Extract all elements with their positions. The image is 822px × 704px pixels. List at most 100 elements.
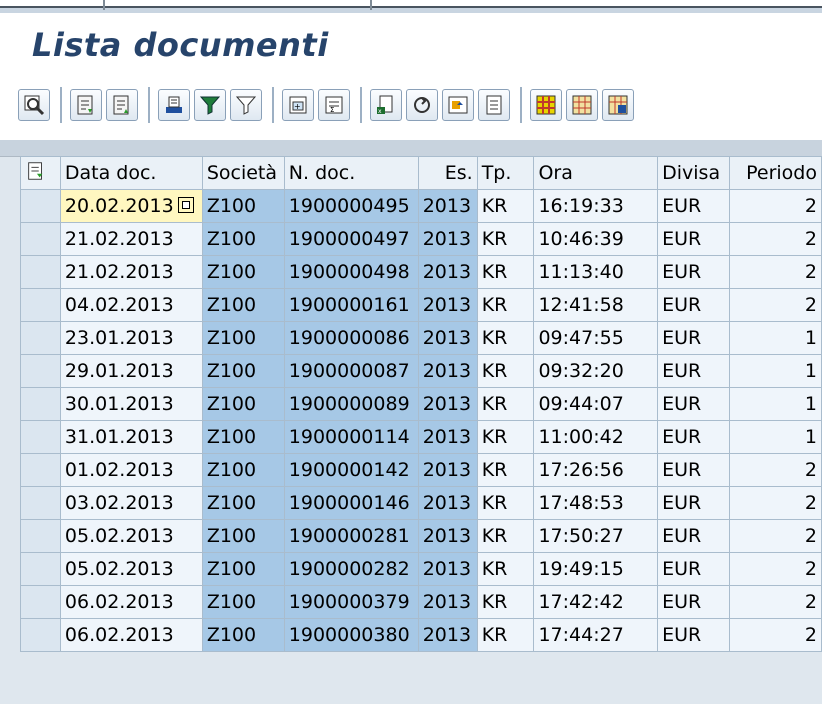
cell-time[interactable]: 16:19:33 [533,189,659,223]
cell-type[interactable]: KR [476,321,535,355]
cell-company[interactable]: Z100 [201,552,285,586]
cell-period[interactable]: 1 [729,321,822,355]
cell-doc-number[interactable]: 1900000379 [283,585,419,619]
cell-date[interactable]: 05.02.2013 [59,552,203,586]
cell-type[interactable]: KR [476,387,535,421]
cell-doc-number[interactable]: 1900000089 [283,387,419,421]
column-header-date[interactable]: Data doc. [59,156,203,190]
cell-type[interactable]: KR [476,354,535,388]
cell-company[interactable]: Z100 [201,354,285,388]
cell-doc-number[interactable]: 1900000495 [283,189,419,223]
cell-date[interactable]: 06.02.2013 [59,585,203,619]
cell-date[interactable]: 21.02.2013 [59,222,203,256]
cell-time[interactable]: 17:26:56 [533,453,659,487]
details-icon[interactable] [18,89,50,121]
cell-date[interactable]: 05.02.2013 [59,519,203,553]
row-selector[interactable] [20,222,61,256]
row-selector[interactable] [20,321,61,355]
layout-save-icon[interactable] [566,89,598,121]
column-header-type[interactable]: Tp. [476,156,535,190]
cell-date[interactable]: 23.01.2013 [59,321,203,355]
cell-type[interactable]: KR [476,255,535,289]
find-icon[interactable] [158,89,190,121]
row-selector[interactable] [20,486,61,520]
cell-time[interactable]: 17:44:27 [533,618,659,652]
table-row[interactable]: 03.02.2013 Z100 1900000146 2013 KR 17:48:53 EU… [20,486,822,520]
cell-type[interactable]: KR [476,453,535,487]
cell-period[interactable]: 2 [729,222,822,256]
table-row[interactable]: 04.02.2013 Z100 1900000161 2013 KR 12:41:58 EU… [20,288,822,322]
table-row[interactable]: 29.01.2013 Z100 1900000087 2013 KR 09:32:20 EU… [20,354,822,388]
table-row[interactable]: 23.01.2013 Z100 1900000086 2013 KR 09:47:55 EU… [20,321,822,355]
cell-date[interactable]: 20.02.2013 [59,189,203,223]
cell-doc-number[interactable]: 1900000146 [283,486,419,520]
cell-type[interactable]: KR [476,519,535,553]
cell-company[interactable]: Z100 [201,453,285,487]
cell-currency[interactable]: EUR [657,519,731,553]
cell-time[interactable]: 17:42:42 [533,585,659,619]
cell-time[interactable]: 17:50:27 [533,519,659,553]
column-header-doc-number[interactable]: N. doc. [283,156,419,190]
cell-currency[interactable]: EUR [657,387,731,421]
cell-time[interactable]: 19:49:15 [533,552,659,586]
cell-period[interactable]: 2 [729,288,822,322]
cell-year[interactable]: 2013 [417,321,478,355]
row-selector[interactable] [20,453,61,487]
cell-date[interactable]: 31.01.2013 [59,420,203,454]
cell-company[interactable]: Z100 [201,420,285,454]
value-help-icon[interactable] [177,196,194,213]
cell-date[interactable]: 30.01.2013 [59,387,203,421]
cell-time[interactable]: 11:13:40 [533,255,659,289]
table-row[interactable]: 06.02.2013 Z100 1900000379 2013 KR 17:42:42 EU… [20,585,822,619]
subtotal-icon[interactable]: + [282,89,314,121]
cell-doc-number[interactable]: 1900000087 [283,354,419,388]
cell-time[interactable]: 10:46:39 [533,222,659,256]
cell-time[interactable]: 17:48:53 [533,486,659,520]
view-icon[interactable] [442,89,474,121]
layout-manage-icon[interactable] [602,89,634,121]
cell-currency[interactable]: EUR [657,288,731,322]
cell-year[interactable]: 2013 [417,222,478,256]
row-selector[interactable] [20,552,61,586]
cell-doc-number[interactable]: 1900000142 [283,453,419,487]
table-row[interactable]: 21.02.2013 Z100 1900000497 2013 KR 10:46:39 EU… [20,222,822,256]
row-selector[interactable] [20,618,61,652]
cell-time[interactable]: 09:47:55 [533,321,659,355]
cell-period[interactable]: 2 [729,189,822,223]
cell-type[interactable]: KR [476,552,535,586]
cell-date[interactable]: 04.02.2013 [59,288,203,322]
column-header-year[interactable]: Es. [417,156,478,190]
cell-date[interactable]: 01.02.2013 [59,453,203,487]
cell-currency[interactable]: EUR [657,321,731,355]
table-row[interactable]: 05.02.2013 Z100 1900000282 2013 KR 19:49:15 EU… [20,552,822,586]
cell-year[interactable]: 2013 [417,189,478,223]
cell-company[interactable]: Z100 [201,288,285,322]
table-row[interactable]: 21.02.2013 Z100 1900000498 2013 KR 11:13:40 EU… [20,255,822,289]
row-selector[interactable] [20,387,61,421]
cell-type[interactable]: KR [476,222,535,256]
cell-currency[interactable]: EUR [657,453,731,487]
layout-select-icon[interactable] [530,89,562,121]
cell-period[interactable]: 2 [729,453,822,487]
table-row[interactable]: 05.02.2013 Z100 1900000281 2013 KR 17:50:27 EU… [20,519,822,553]
cell-currency[interactable]: EUR [657,552,731,586]
cell-year[interactable]: 2013 [417,420,478,454]
row-selector[interactable] [20,420,61,454]
column-header-currency[interactable]: Divisa [657,156,731,190]
total-icon[interactable]: Σ [318,89,350,121]
cell-time[interactable]: 09:32:20 [533,354,659,388]
cell-doc-number[interactable]: 1900000086 [283,321,419,355]
cell-period[interactable]: 2 [729,618,822,652]
cell-doc-number[interactable]: 1900000114 [283,420,419,454]
cell-company[interactable]: Z100 [201,321,285,355]
cell-period[interactable]: 2 [729,519,822,553]
cell-company[interactable]: Z100 [201,486,285,520]
filter-off-icon[interactable] [230,89,262,121]
cell-year[interactable]: 2013 [417,618,478,652]
cell-currency[interactable]: EUR [657,189,731,223]
cell-company[interactable]: Z100 [201,222,285,256]
cell-time[interactable]: 11:00:42 [533,420,659,454]
cell-year[interactable]: 2013 [417,387,478,421]
cell-company[interactable]: Z100 [201,255,285,289]
cell-currency[interactable]: EUR [657,222,731,256]
